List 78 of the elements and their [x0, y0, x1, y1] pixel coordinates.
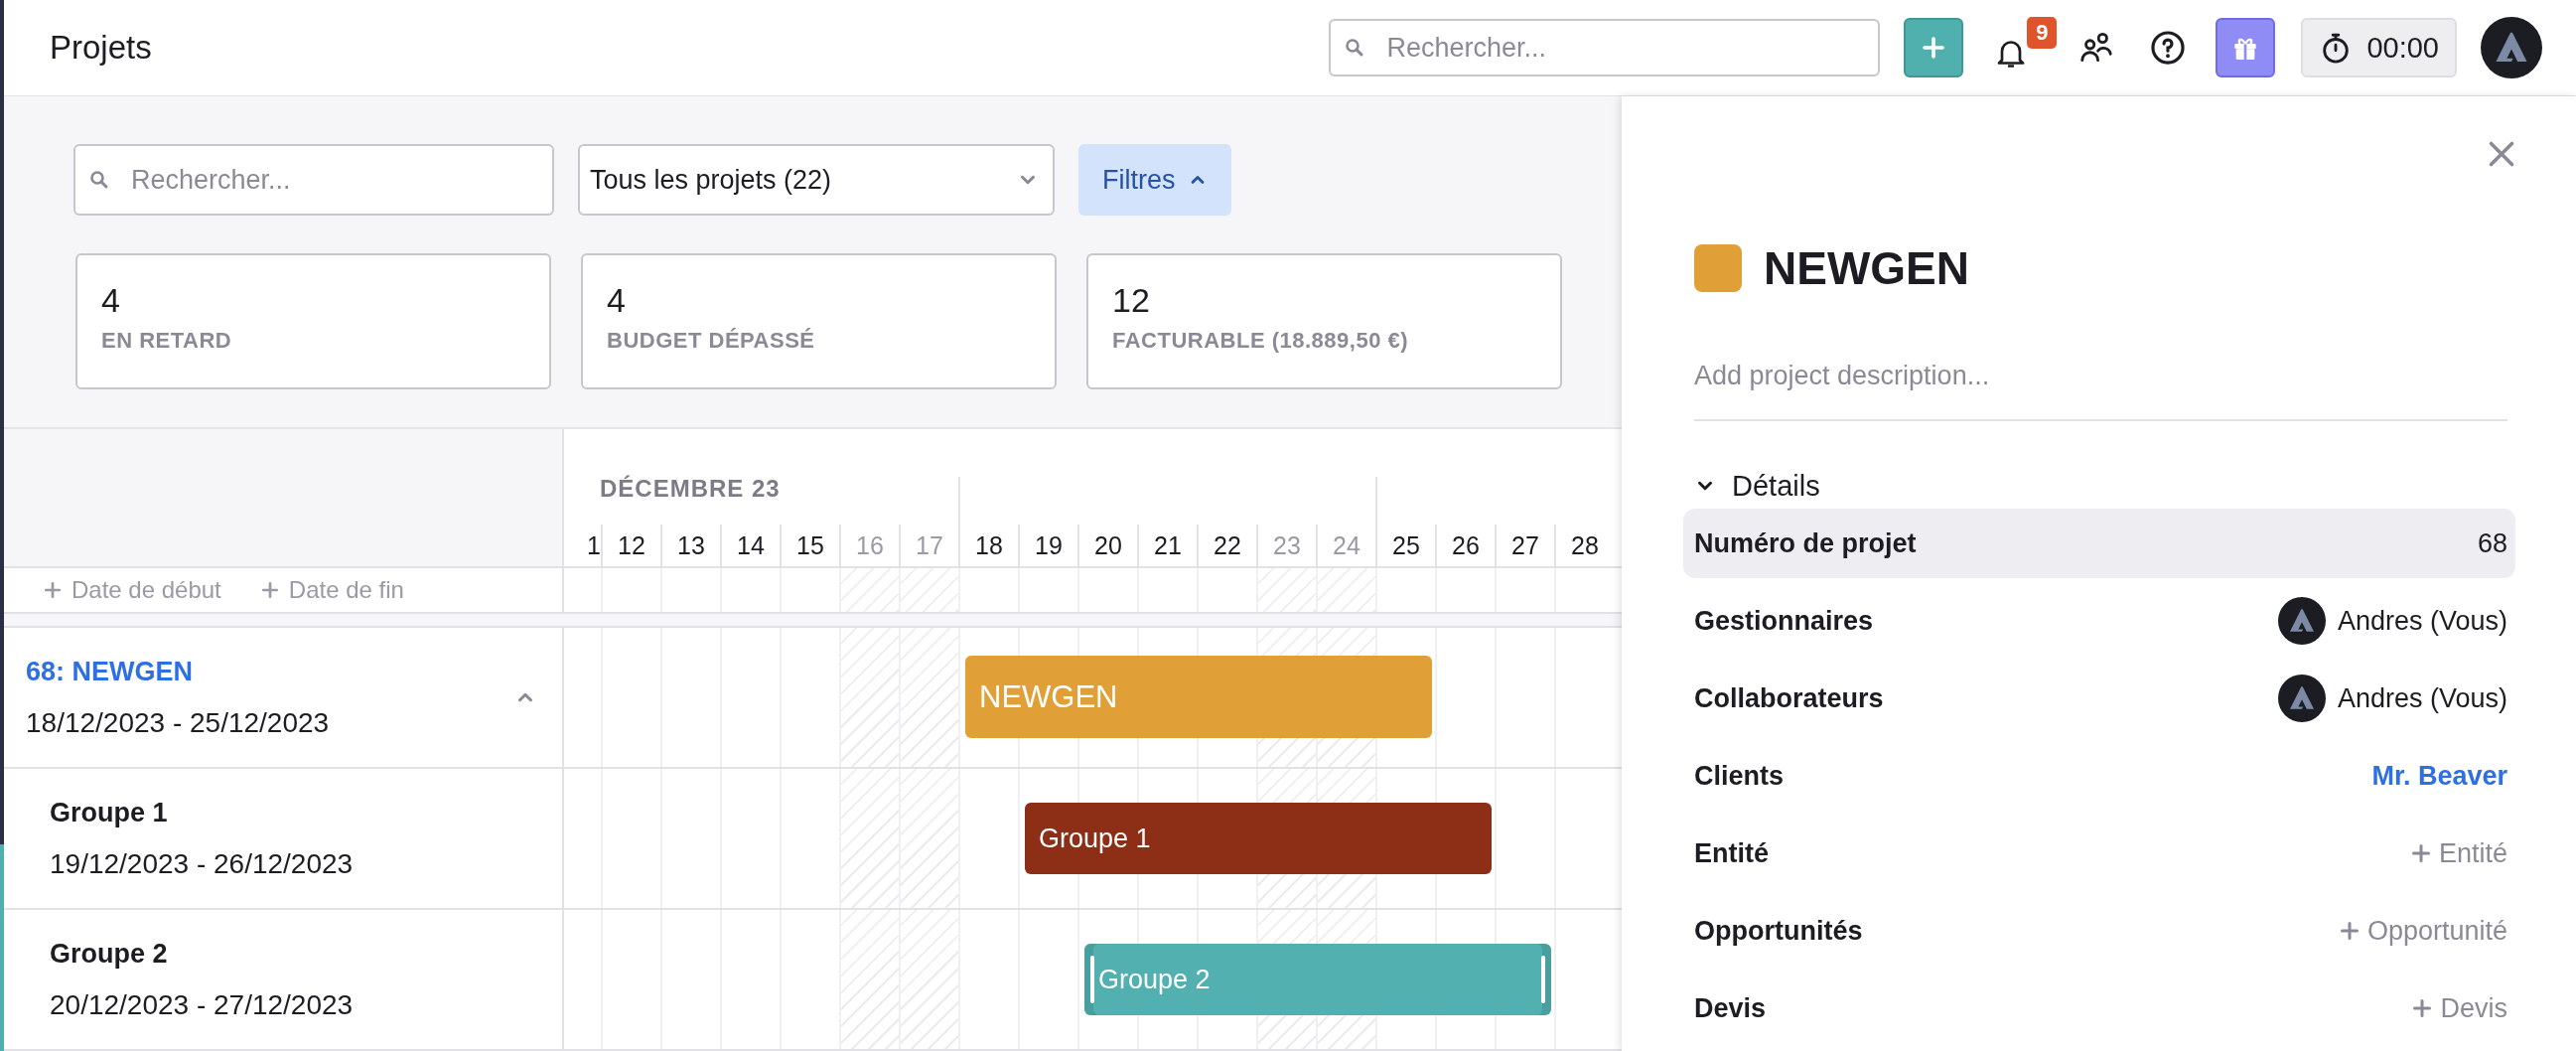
stat-label: EN RETARD — [101, 328, 233, 354]
stat-value: 12 — [1112, 281, 1151, 320]
day-label: 18 — [958, 525, 1018, 566]
add-value-button[interactable]: Devis — [2412, 992, 2507, 1024]
field-label: Devis — [1694, 992, 1767, 1024]
month-label: DÉCEMBRE 23 — [599, 475, 782, 503]
page-title: Projets — [50, 29, 152, 67]
day-label: 15 — [780, 525, 839, 566]
day-label: 22 — [1197, 525, 1256, 566]
day-label: 27 — [1495, 525, 1554, 566]
description-field[interactable]: Add project description... — [1694, 361, 2507, 421]
day-label: 20 — [1077, 525, 1137, 566]
weekend-column — [1256, 568, 1316, 612]
plus-icon — [44, 581, 62, 599]
search-field[interactable]: Rechercher... — [1329, 19, 1881, 76]
client-link[interactable]: Mr. Beaver — [2371, 760, 2507, 792]
search-icon — [89, 170, 109, 190]
day-label: 21 — [1137, 525, 1197, 566]
timer-button[interactable]: 00:00 — [2301, 18, 2457, 77]
date-range: 20/12/2023 - 27/12/2023 — [50, 988, 355, 1021]
day-label: 17 — [899, 525, 958, 566]
date-range: 19/12/2023 - 26/12/2023 — [50, 847, 355, 880]
day-label: 25 — [1375, 525, 1435, 566]
plus-icon — [2412, 998, 2433, 1018]
avatar-icon — [2277, 597, 2326, 645]
search-icon — [1345, 38, 1365, 58]
plus-icon — [1922, 36, 1946, 60]
day-label: 16 — [839, 525, 899, 566]
search-field[interactable]: Rechercher... — [73, 144, 554, 216]
field-label: Entité — [1694, 837, 1769, 869]
plus-icon — [2410, 843, 2431, 863]
day-label: 26 — [1435, 525, 1495, 566]
stat-label: BUDGET DÉPASSÉ — [607, 328, 816, 354]
day-label: 19 — [1018, 525, 1077, 566]
weekend-column — [839, 568, 899, 612]
plus-icon — [260, 581, 279, 599]
stat-label: FACTURABLE (18.889,50 €) — [1112, 328, 1410, 354]
project-name: NEWGEN — [1764, 241, 1969, 295]
notification-badge: 9 — [2027, 17, 2058, 49]
filters-button[interactable]: Filtres — [1078, 144, 1231, 216]
avatar-icon — [2481, 17, 2542, 78]
project-dropdown[interactable]: Tous les projets (22) — [578, 144, 1055, 216]
day-label: 13 — [660, 525, 720, 566]
gantt-bar[interactable]: Groupe 1 — [1025, 803, 1492, 874]
group-title: Groupe 2 — [50, 938, 169, 970]
add-date-button[interactable]: Date de début — [44, 576, 221, 604]
add-value-button[interactable]: Opportunité — [2339, 915, 2507, 947]
project-title[interactable]: 68: NEWGEN — [26, 656, 514, 687]
group-title: Groupe 1 — [50, 797, 169, 828]
field-label: Collaborateurs — [1694, 682, 1884, 714]
plus-icon — [2339, 921, 2360, 941]
field-label: Opportunités — [1694, 915, 1863, 947]
person-name: Andres (Vous) — [2337, 605, 2507, 637]
field-value: 68 — [2477, 527, 2507, 559]
details-section-toggle[interactable]: Détails — [1694, 463, 2507, 509]
stat-value: 4 — [607, 281, 627, 320]
add-value-button[interactable]: Entité — [2410, 837, 2507, 869]
field-label: Gestionnaires — [1694, 605, 1874, 637]
field-label: Numéro de projet — [1694, 527, 1917, 559]
day-label: 23 — [1256, 525, 1316, 566]
day-label: 1 — [586, 529, 601, 561]
weekend-column — [1316, 568, 1375, 612]
account-button[interactable] — [2481, 17, 2542, 78]
add-date-button[interactable]: Date de fin — [260, 576, 404, 604]
add-button[interactable] — [1904, 18, 1964, 77]
gantt-bar[interactable]: Groupe 2 — [1084, 944, 1551, 1015]
stat-value: 4 — [101, 281, 121, 320]
weekend-column — [899, 568, 958, 612]
field-label: Clients — [1694, 760, 1785, 792]
day-label: 14 — [720, 525, 780, 566]
date-range: 18/12/2023 - 25/12/2023 — [26, 706, 331, 739]
day-label: 28 — [1554, 525, 1614, 566]
help-icon — [2149, 29, 2188, 67]
day-label: 24 — [1316, 525, 1375, 566]
gift-button[interactable] — [2216, 18, 2276, 77]
person-name: Andres (Vous) — [2337, 682, 2507, 714]
avatar-icon — [2277, 675, 2326, 722]
day-label: 12 — [601, 525, 660, 566]
